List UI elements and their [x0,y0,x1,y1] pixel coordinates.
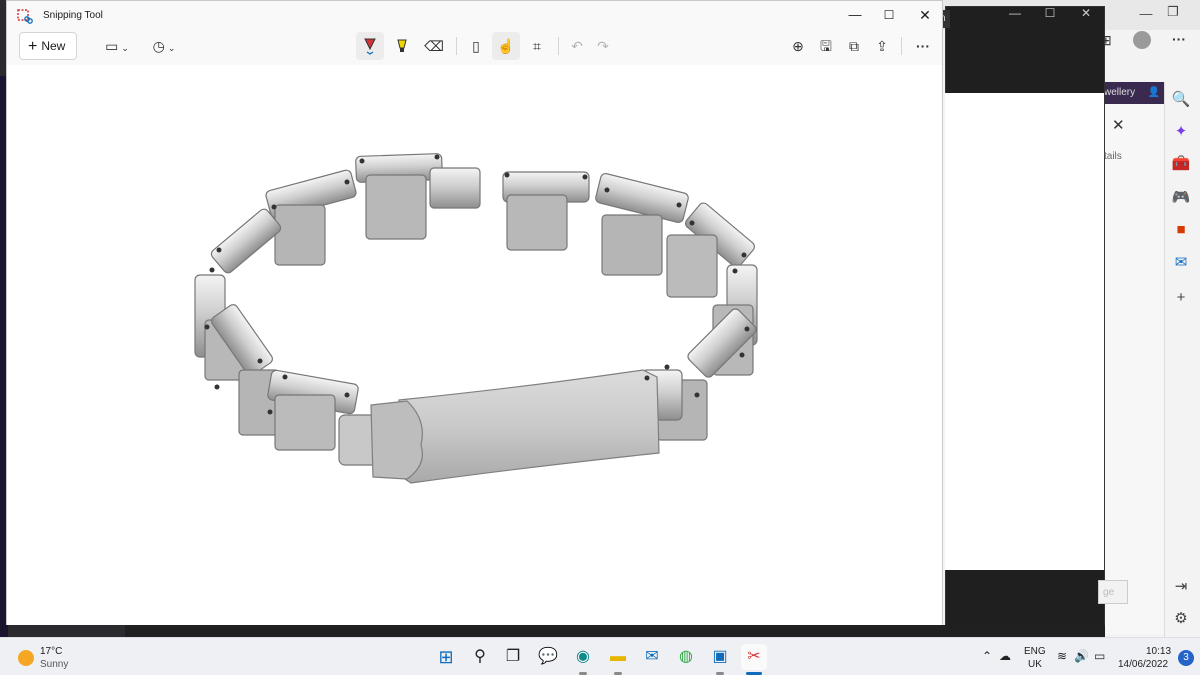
window-title: Snipping Tool [43,10,103,21]
ruler-icon: ▯ [472,38,480,54]
save-icon: 🖫 [820,38,832,54]
snipping-tool-taskbar-icon[interactable]: ✂ [741,644,767,670]
chat-icon[interactable]: 💬 [535,644,561,670]
photos-icon[interactable]: ▣ [707,644,733,670]
snip-canvas[interactable] [7,65,942,625]
taskbar: 17°C Sunny ⊞ ⚲ ❐ 💬 ◉ ▬ ✉ ◍ ▣ ✂ ⌃ ☁ ENG U… [0,637,1200,675]
undo-button[interactable]: ↶ [563,32,591,60]
crop-icon: ⌗ [533,38,541,54]
plus-icon: + [28,38,38,55]
bracelet-image [194,153,758,484]
sidebar-search-icon[interactable]: 🔍 [1168,88,1194,112]
spotify-icon[interactable]: ◍ [673,644,699,670]
edge-restore-button[interactable]: ❐ [1160,4,1186,20]
chevron-down-icon: ⌄ [167,43,176,53]
toolbar-separator [901,37,902,55]
dialog-details-text: tails [1104,151,1122,162]
zoom-button[interactable]: ⊕ [784,32,812,60]
weather-condition[interactable]: Sunny [40,659,68,670]
sidebar-settings-icon[interactable]: ⚙ [1168,607,1194,631]
sidebar-split-icon[interactable]: ⇥ [1168,575,1194,599]
copy-icon: ⧉ [849,38,859,54]
highlighter-icon [397,39,407,52]
touch-writing-button[interactable]: ☝ [492,32,520,60]
edge-profile-avatar[interactable] [1133,31,1151,49]
account-icon[interactable]: 👤 [1148,87,1160,98]
ballpoint-pen-button[interactable] [356,32,384,60]
copy-button[interactable]: ⧉ [840,32,868,60]
site-content-fragment [1104,104,1164,634]
more-options-button[interactable]: ··· [908,32,938,60]
minimize-button[interactable]: — [838,5,872,25]
background-window-bottom [125,625,1105,637]
toolbar: + New ▭ ⌄ ◷ ⌄ ⌫ ▯ ☝ ⌗ ↶ ↷ ⊕ 🖫 ⧉ ⇪ ··· [7,29,942,65]
keyboard-layout[interactable]: UK [1028,659,1042,670]
crop-button[interactable]: ⌗ [523,32,551,60]
volume-icon[interactable]: 🔊 [1074,649,1089,663]
eraser-icon: ⌫ [424,38,444,54]
sidebar-office-icon[interactable]: ■ [1168,218,1194,242]
bg-minimize-button[interactable]: — [1000,6,1030,20]
touch-writing-icon: ☝ [497,38,515,54]
notification-badge[interactable]: 3 [1178,650,1194,666]
site-header-fragment: wellery 👤 [1104,82,1164,104]
battery-icon[interactable]: ▭ [1094,649,1105,663]
redo-button[interactable]: ↷ [589,32,617,60]
save-button[interactable]: 🖫 [812,32,840,60]
undo-icon: ↶ [571,38,583,54]
share-icon: ⇪ [876,38,888,54]
sidebar-games-icon[interactable]: 🎮 [1168,186,1194,210]
toolbar-separator [558,37,559,55]
site-header-text: wellery [1104,87,1136,98]
chevron-up-icon[interactable]: ⌃ [982,649,992,663]
snip-mode-dropdown[interactable]: ▭ ⌄ [99,32,135,60]
bg-close-button[interactable]: ✕ [1071,6,1101,20]
new-snip-button[interactable]: + New [19,32,77,60]
share-button[interactable]: ⇪ [868,32,896,60]
timer-icon: ◷ [152,38,165,54]
mail-icon[interactable]: ✉ [639,644,665,670]
snipping-tool-app-icon [17,9,33,24]
more-icon: ··· [916,38,930,54]
sidebar-add-icon[interactable]: + [1168,286,1194,310]
sidebar-shopping-icon[interactable]: 🧰 [1168,152,1194,176]
bg-maximize-button[interactable]: ☐ [1035,6,1065,20]
delay-dropdown[interactable]: ◷ ⌄ [146,32,182,60]
redo-icon: ↷ [597,38,609,54]
new-button-label: New [41,39,66,53]
start-button[interactable]: ⊞ [433,644,459,670]
sun-icon[interactable] [18,650,34,666]
clock-time[interactable]: 10:13 [1146,646,1171,657]
id-plate [398,369,660,484]
search-icon[interactable]: ⚲ [467,644,493,670]
edge-more-icon[interactable]: ··· [1172,31,1186,47]
close-button[interactable]: ✕ [908,5,942,25]
file-explorer-icon[interactable]: ▬ [605,644,631,670]
sidebar-outlook-icon[interactable]: ✉ [1168,251,1194,275]
sidebar-discover-icon[interactable]: ✦ [1168,120,1194,144]
pen-icon [364,38,376,55]
highlighter-button[interactable] [388,32,416,60]
snipping-tool-window: Snipping Tool — ☐ ✕ + New ▭ ⌄ ◷ ⌄ ⌫ ▯ ☝ … [6,0,943,625]
clasp-hinge [370,400,423,480]
chevron-down-icon: ⌄ [121,43,129,53]
language-indicator[interactable]: ENG [1024,646,1046,657]
dialog-close-icon[interactable]: ✕ [1112,116,1125,134]
eraser-button[interactable]: ⌫ [420,32,448,60]
edge-minimize-button[interactable]: — [1133,6,1159,21]
clock-date[interactable]: 14/06/2022 [1118,659,1168,670]
wifi-icon[interactable]: ≋ [1057,649,1067,663]
onedrive-icon[interactable]: ☁ [999,649,1011,663]
ruler-button[interactable]: ▯ [462,32,490,60]
maximize-button[interactable]: ☐ [872,5,906,25]
weather-temperature[interactable]: 17°C [40,646,62,657]
edge-icon[interactable]: ◉ [570,644,596,670]
rectangle-mode-icon: ▭ [105,38,119,54]
background-dialog-panel [945,93,1104,570]
toolbar-separator [456,37,457,55]
title-bar: Snipping Tool — ☐ ✕ [7,1,942,29]
zoom-icon: ⊕ [792,38,804,54]
dialog-page-button[interactable]: ge [1098,580,1128,604]
task-view-icon[interactable]: ❐ [500,644,526,670]
